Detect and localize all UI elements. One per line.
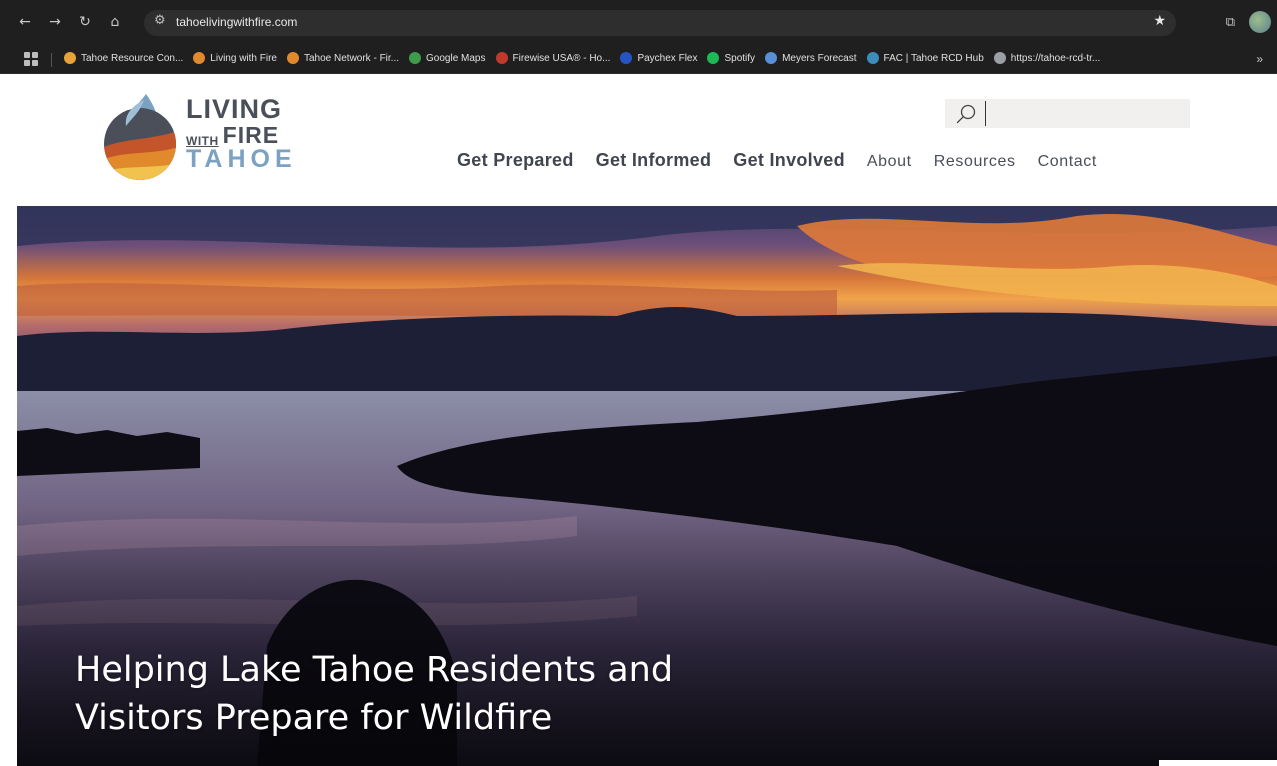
lens-search-icon[interactable]: ⧉ bbox=[1226, 15, 1235, 30]
bookmark-label: Tahoe Resource Con... bbox=[81, 52, 184, 64]
flame-logo-icon bbox=[104, 94, 176, 180]
bookmarks-divider bbox=[51, 53, 52, 67]
bookmark-favicon-icon bbox=[765, 52, 778, 64]
nav-item-get-prepared[interactable]: Get Prepared bbox=[457, 150, 574, 171]
bookmark-item[interactable]: Paychex Flex bbox=[620, 52, 697, 64]
bookmark-favicon-icon bbox=[866, 52, 879, 64]
nav-item-get-informed[interactable]: Get Informed bbox=[596, 150, 712, 171]
address-url[interactable]: tahoelivingwithfire.com bbox=[176, 15, 297, 29]
apps-grid-icon[interactable] bbox=[24, 52, 38, 66]
bookmark-label: Paychex Flex bbox=[637, 52, 698, 64]
bookmark-item[interactable]: Google Maps bbox=[409, 52, 486, 64]
bookmark-item[interactable]: https://tahoe-rcd-tr... bbox=[993, 52, 1101, 64]
bookmark-label: https://tahoe-rcd-tr... bbox=[1010, 52, 1101, 64]
nav-item-resources[interactable]: Resources bbox=[934, 153, 1016, 171]
bookmark-item[interactable]: Tahoe Resource Con... bbox=[64, 52, 183, 64]
hero-title: Helping Lake Tahoe Residents and Visitor… bbox=[75, 646, 835, 742]
bookmark-favicon-icon bbox=[707, 52, 720, 64]
bookmark-label: Google Maps bbox=[426, 52, 486, 64]
search-input[interactable] bbox=[985, 101, 986, 126]
bookmark-favicon-icon bbox=[409, 52, 422, 64]
bookmark-item[interactable]: Tahoe Network - Fir... bbox=[286, 52, 400, 64]
hero-title-line-2: Visitors Prepare for Wildfire bbox=[75, 698, 553, 738]
logo-wordmark: LIVING WITH FIRE TAHOE bbox=[186, 96, 297, 172]
logo-line-tahoe: TAHOE bbox=[186, 145, 297, 173]
bookmark-label: FAC | Tahoe RCD Hub bbox=[883, 52, 984, 64]
browser-toolbar: ← → ↻ ⌂ ⚙ tahoelivingwithfire.com ★ ⧉ bbox=[0, 0, 1277, 46]
hero-title-line-1: Helping Lake Tahoe Residents and bbox=[75, 650, 674, 690]
browser-nav-buttons: ← → ↻ ⌂ bbox=[18, 12, 122, 32]
bookmark-list: Tahoe Resource Con... Living with Fire Tah… bbox=[64, 52, 1100, 64]
nav-item-about[interactable]: About bbox=[867, 153, 912, 171]
bookmark-label: Living with Fire bbox=[210, 52, 277, 64]
profile-avatar[interactable] bbox=[1249, 11, 1271, 33]
bookmark-label: Tahoe Network - Fir... bbox=[303, 52, 400, 64]
site-info-icon[interactable]: ⚙ bbox=[154, 13, 166, 28]
reload-icon[interactable]: ↻ bbox=[78, 12, 92, 32]
bookmark-item[interactable]: Firewise USA® - Ho... bbox=[495, 52, 611, 64]
bookmark-favicon-icon bbox=[64, 52, 76, 64]
bookmark-favicon-icon bbox=[620, 52, 633, 64]
hero-corner-tab bbox=[1159, 760, 1277, 766]
bookmark-label: Spotify bbox=[724, 52, 756, 64]
logo-fire: FIRE bbox=[222, 122, 280, 148]
address-bar[interactable]: ⚙ tahoelivingwithfire.com ★ bbox=[144, 10, 1176, 36]
bookmark-item[interactable]: Meyers Forecast bbox=[765, 52, 857, 64]
bookmark-favicon-icon bbox=[495, 52, 508, 64]
bookmark-item[interactable]: Living with Fire bbox=[193, 52, 277, 64]
bookmark-favicon-icon bbox=[993, 52, 1006, 64]
browser-actions: ⧉ bbox=[1226, 11, 1271, 33]
bookmark-favicon-icon bbox=[286, 52, 299, 64]
bookmark-label: Firewise USA® - Ho... bbox=[512, 52, 611, 64]
nav-item-get-involved[interactable]: Get Involved bbox=[733, 150, 845, 171]
more-bookmarks-icon[interactable]: » bbox=[1256, 52, 1263, 66]
site-search[interactable] bbox=[945, 99, 1190, 128]
bookmark-label: Meyers Forecast bbox=[782, 52, 857, 64]
nav-item-contact[interactable]: Contact bbox=[1038, 153, 1097, 171]
bookmarks-bar: Tahoe Resource Con... Living with Fire Tah… bbox=[0, 46, 1277, 74]
logo-line-with-fire: WITH FIRE bbox=[186, 122, 297, 148]
main-navigation: Get Prepared Get Informed Get Involved Abou… bbox=[457, 150, 1097, 171]
home-icon[interactable]: ⌂ bbox=[108, 12, 122, 32]
bookmark-favicon-icon bbox=[193, 52, 206, 64]
search-icon[interactable] bbox=[955, 103, 977, 125]
bookmark-item[interactable]: FAC | Tahoe RCD Hub bbox=[866, 52, 984, 64]
hero-banner: Helping Lake Tahoe Residents and Visitor… bbox=[17, 206, 1277, 766]
bookmark-star-icon[interactable]: ★ bbox=[1153, 13, 1166, 29]
bookmark-item[interactable]: Spotify bbox=[707, 52, 755, 64]
site-header: LIVING WITH FIRE TAHOE Get Prepared Get I… bbox=[0, 74, 1277, 206]
site-logo[interactable]: LIVING WITH FIRE TAHOE bbox=[102, 90, 302, 184]
back-arrow-icon[interactable]: ← bbox=[18, 12, 32, 32]
forward-arrow-icon[interactable]: → bbox=[48, 12, 62, 32]
logo-line-living: LIVING bbox=[186, 94, 283, 124]
